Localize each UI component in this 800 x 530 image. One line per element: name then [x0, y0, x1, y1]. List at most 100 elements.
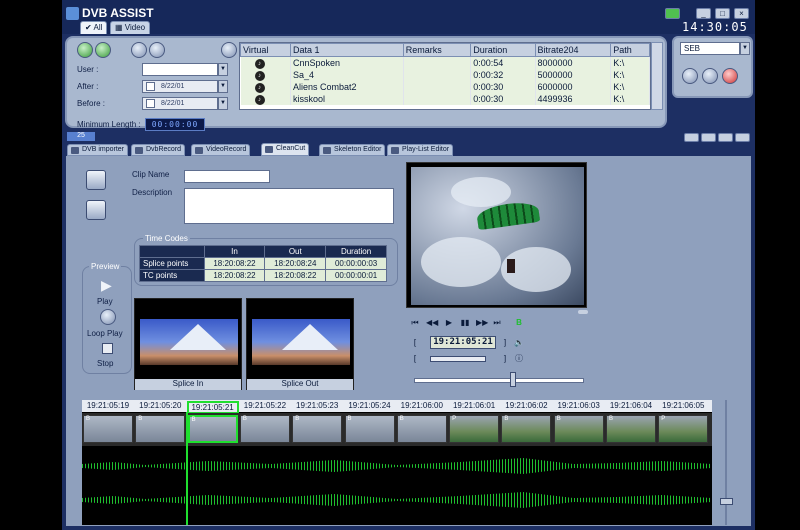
frame-type-label: B	[399, 416, 404, 422]
col-duration[interactable]: Duration	[470, 43, 536, 57]
trim-slider[interactable]	[430, 356, 486, 362]
mountain-image	[252, 319, 350, 365]
frame-thumbnail[interactable]: B	[606, 415, 656, 443]
frame-thumbnail[interactable]: B	[83, 415, 133, 443]
cell-data1: CnnSpoken	[290, 56, 404, 69]
refresh-button[interactable]	[95, 42, 111, 58]
filter-a-button[interactable]	[131, 42, 147, 58]
save-icon[interactable]	[86, 170, 106, 190]
panel-restore-button[interactable]	[701, 133, 716, 142]
frame-type-label: B	[86, 416, 91, 422]
tc-cell[interactable]: 18:20:08:22	[203, 269, 266, 282]
frame-thumbnail[interactable]: B	[135, 415, 186, 443]
go-in-icon[interactable]: [	[410, 354, 420, 364]
table-row[interactable]: ♪ CnnSpoken 0:00:54 8000000 K:\	[240, 56, 650, 69]
minimize-button[interactable]: _	[696, 8, 711, 19]
frame-thumbnail[interactable]: P	[449, 415, 500, 443]
chevron-down-icon[interactable]: ▼	[218, 80, 228, 93]
table-scrollbar[interactable]	[651, 42, 663, 110]
table-row[interactable]: ♪ Sa_4 0:00:32 5000000 K:\	[240, 69, 650, 81]
splice-in-label: Splice In	[135, 379, 241, 390]
tab-videorecord[interactable]: VideoRecord	[191, 144, 251, 156]
play-icon[interactable]: ▶	[444, 318, 454, 328]
slider-thumb[interactable]	[510, 372, 516, 387]
b-frame-icon[interactable]: B	[514, 318, 524, 328]
mark-in-icon[interactable]: [	[410, 338, 420, 348]
tc-cell[interactable]: 18:20:08:24	[264, 257, 327, 270]
min-length-field[interactable]: 00:00:00	[145, 118, 205, 131]
info-icon[interactable]: ⓘ	[514, 354, 524, 364]
after-checkbox[interactable]	[146, 82, 155, 91]
frame-type-label: B	[138, 416, 143, 422]
tc-cell[interactable]: 18:20:08:22	[203, 257, 266, 270]
go-button[interactable]	[77, 42, 93, 58]
col-path[interactable]: Path	[610, 43, 650, 57]
table-row[interactable]: ♪ Aliens Combat2 0:00:30 6000000 K:\	[240, 81, 650, 93]
loop-play-icon[interactable]	[100, 309, 116, 325]
clip-name-input[interactable]	[184, 170, 270, 183]
skeleton-icon	[323, 147, 331, 154]
frame-thumbnail[interactable]: B	[292, 415, 343, 443]
tool-a-button[interactable]	[682, 68, 698, 84]
audio-track-2	[82, 490, 712, 510]
frame-thumbnail[interactable]: B	[344, 415, 395, 443]
col-bitrate[interactable]: Bitrate204	[534, 43, 612, 57]
go-out-icon[interactable]: ]	[500, 354, 510, 364]
filter-b-button[interactable]	[149, 42, 165, 58]
top-tab-all[interactable]: ✔ All	[80, 21, 108, 34]
status-icon[interactable]	[665, 8, 680, 19]
top-tab-video[interactable]: ▦ Video	[110, 21, 151, 34]
panel-collapse-button[interactable]	[718, 133, 733, 142]
tab-cleancut[interactable]: CleanCut	[261, 143, 310, 156]
chevron-down-icon[interactable]: ▼	[218, 63, 228, 76]
before-checkbox[interactable]	[146, 99, 155, 108]
description-input[interactable]	[184, 188, 394, 224]
play-icon[interactable]: ▶	[101, 277, 112, 294]
col-virtual[interactable]: Virtual	[240, 43, 291, 57]
seb-select[interactable]: SEB	[680, 42, 740, 55]
playhead[interactable]	[186, 412, 188, 525]
col-remarks[interactable]: Remarks	[402, 43, 472, 57]
tool-b-button[interactable]	[702, 68, 718, 84]
panel-expand-button[interactable]	[735, 133, 750, 142]
last-frame-icon[interactable]: ⏭	[492, 318, 502, 328]
tab-dvbrecord[interactable]: DvbRecord	[131, 144, 186, 156]
maximize-button[interactable]: □	[715, 8, 730, 19]
frame-thumbnail[interactable]: B	[187, 415, 238, 443]
frame-thumbnail[interactable]: B	[553, 415, 604, 443]
tab-playlist-editor[interactable]: Play-List Editor	[387, 144, 454, 156]
col-data1[interactable]: Data 1	[289, 43, 404, 57]
scroll-thumb[interactable]	[720, 498, 733, 505]
frame-thumbnail[interactable]: B	[396, 415, 447, 443]
timeline-tick: 19:21:06:00	[400, 401, 443, 410]
timeline-scrollbar[interactable]	[718, 400, 736, 525]
chevron-down-icon[interactable]: ▼	[740, 42, 750, 55]
new-icon[interactable]	[86, 200, 106, 220]
tab-dvb-importer[interactable]: DVB importer	[67, 144, 129, 156]
panel-minimize-button[interactable]	[684, 133, 699, 142]
options-button[interactable]	[221, 42, 237, 58]
chevron-down-icon[interactable]: ▼	[218, 97, 228, 110]
pause-icon[interactable]: ▮▮	[460, 318, 470, 328]
count-badge: 25	[67, 132, 95, 141]
rewind-icon[interactable]: ◀◀	[426, 318, 438, 328]
delete-button[interactable]	[722, 68, 738, 84]
frame-type-label: B	[295, 416, 300, 422]
speaker-icon[interactable]: 🔈	[514, 338, 524, 348]
tc-cell[interactable]: 18:20:08:22	[264, 269, 327, 282]
frame-thumbnail[interactable]: B	[501, 415, 552, 443]
user-select[interactable]	[142, 63, 218, 76]
position-slider[interactable]	[414, 378, 584, 383]
close-button[interactable]: ×	[734, 8, 749, 19]
stop-icon[interactable]	[102, 343, 113, 354]
mark-out-icon[interactable]: ]	[500, 338, 510, 348]
timeline: 19:21:05:19 19:21:05:20 19:21:05:21 19:21:0…	[82, 400, 712, 525]
table-row: Splice points 18:20:08:22 18:20:08:24 00:00…	[139, 257, 387, 270]
tab-skeleton-editor[interactable]: Skeleton Editor	[319, 144, 386, 156]
table-row[interactable]: ♪ kisskool 0:00:30 4499936 K:\	[240, 93, 650, 105]
frame-thumbnail[interactable]: B	[239, 415, 290, 443]
forward-icon[interactable]: ▶▶	[476, 318, 488, 328]
first-frame-icon[interactable]: ⏮	[410, 318, 420, 328]
record-icon	[135, 147, 143, 154]
frame-thumbnail[interactable]: P	[658, 415, 709, 443]
